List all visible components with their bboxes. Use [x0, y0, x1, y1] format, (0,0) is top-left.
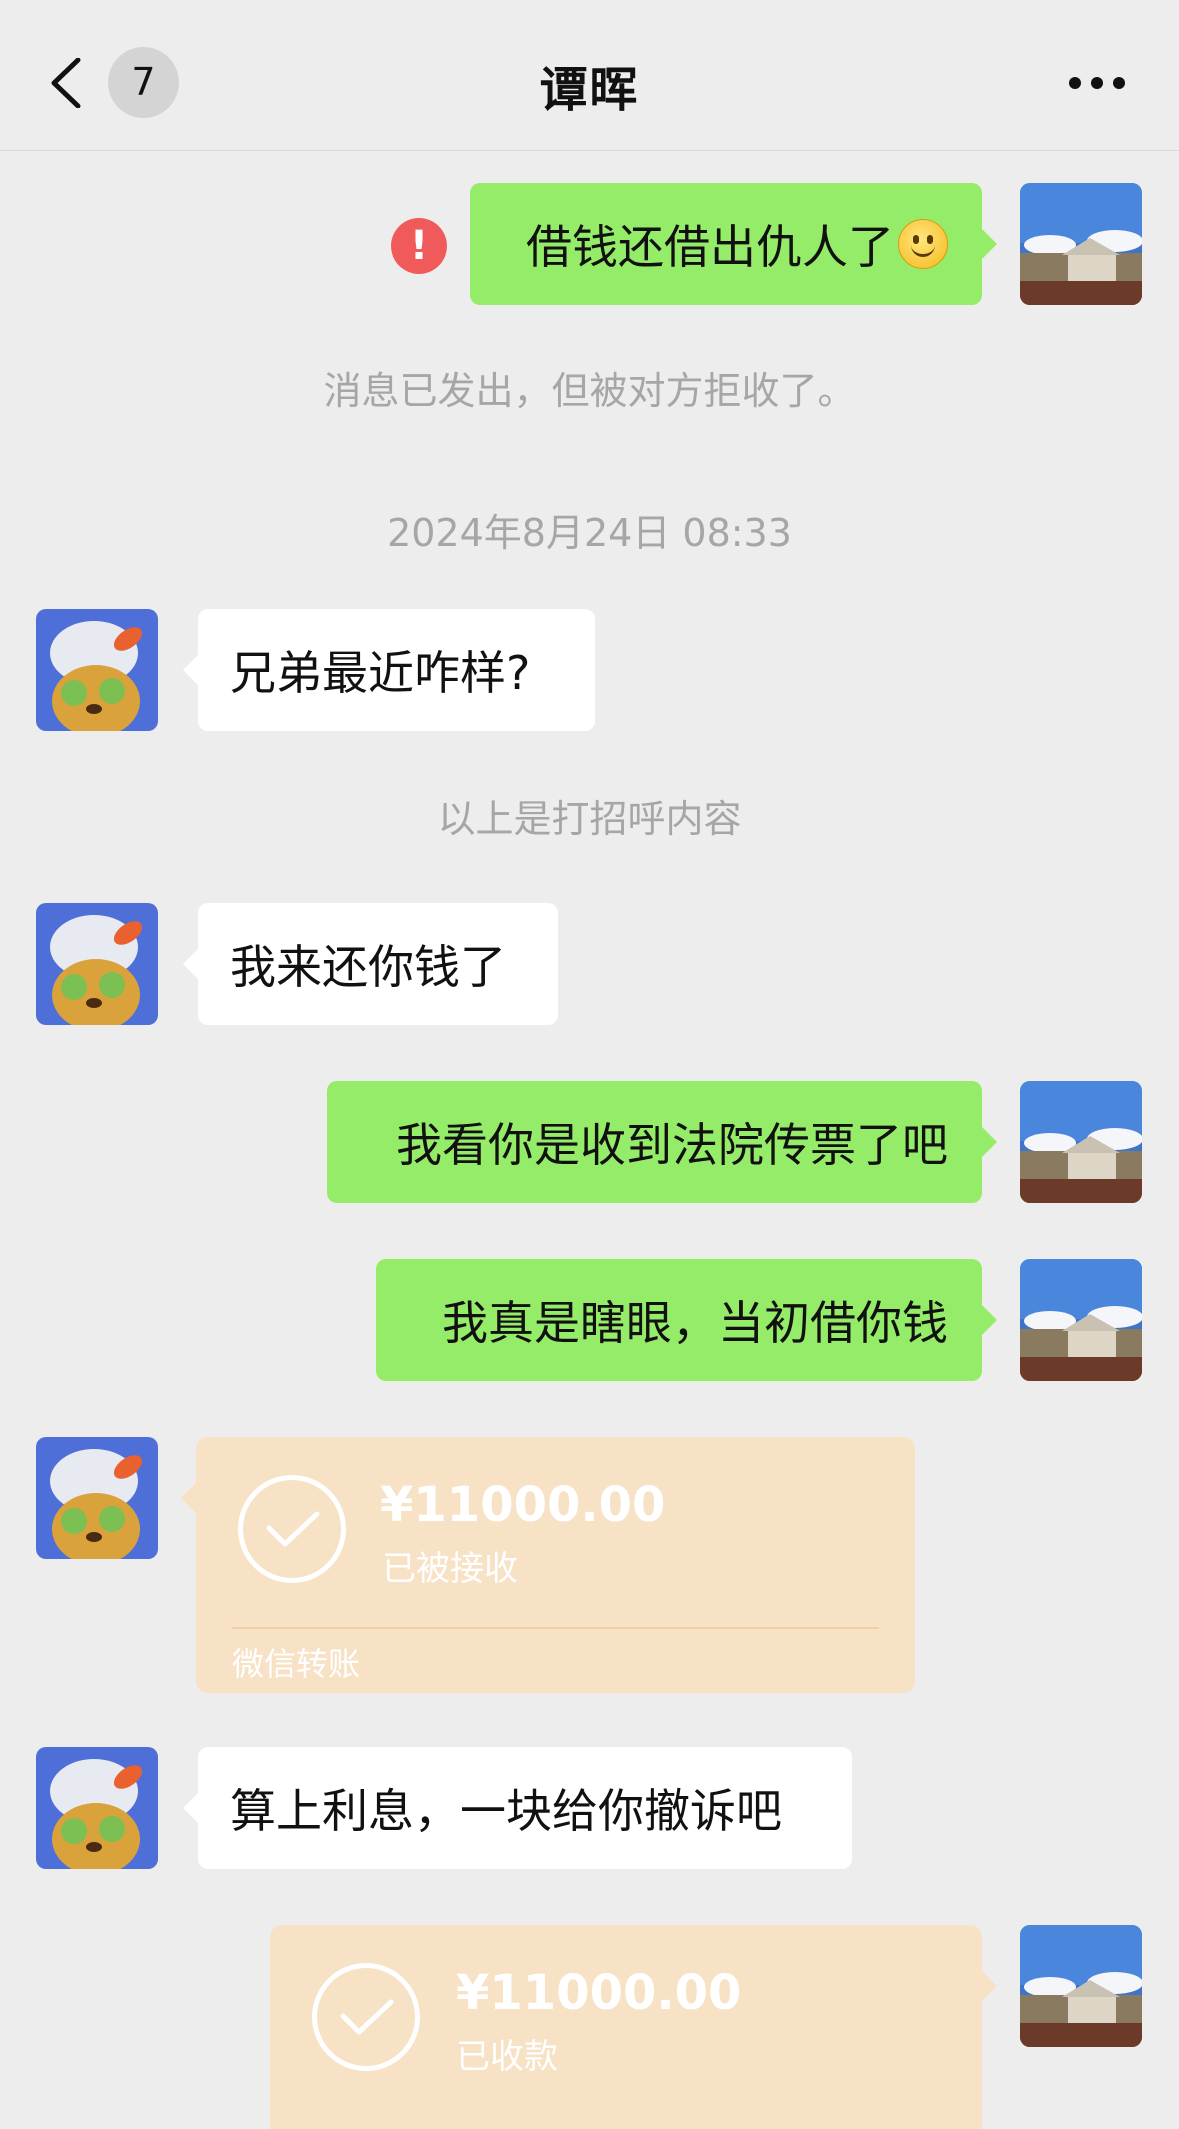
message-text: 我看你是收到法院传票了吧: [396, 1118, 948, 1172]
message-text: 我真是瞎眼，当初借你钱: [442, 1296, 948, 1350]
my-avatar[interactable]: [1020, 1259, 1142, 1381]
more-icon[interactable]: [1067, 68, 1127, 98]
divider: [232, 1627, 879, 1629]
contact-avatar[interactable]: [36, 1747, 158, 1869]
transfer-card[interactable]: ¥11000.00 已收款: [270, 1925, 997, 2129]
outgoing-message[interactable]: 我看你是收到法院传票了吧: [327, 1081, 997, 1203]
contact-avatar[interactable]: [36, 609, 158, 731]
transfer-amount: ¥11000.00: [456, 1965, 742, 2021]
contact-avatar[interactable]: [36, 1437, 158, 1559]
message-text: 我来还你钱了: [230, 940, 506, 994]
my-avatar[interactable]: [1020, 183, 1142, 305]
contact-avatar[interactable]: [36, 903, 158, 1025]
check-circle-icon: [312, 1963, 420, 2071]
incoming-message[interactable]: 算上利息，一块给你撤诉吧: [183, 1747, 852, 1869]
transfer-card[interactable]: ¥11000.00 已被接收 微信转账: [181, 1437, 915, 1693]
outgoing-message[interactable]: 借钱还借出仇人了: [470, 183, 997, 305]
message-text: 兄弟最近咋样?: [230, 646, 531, 700]
transfer-amount: ¥11000.00: [380, 1477, 666, 1533]
message-text: 算上利息，一块给你撤诉吧: [230, 1784, 782, 1838]
chat-title: 谭晖: [539, 62, 640, 118]
error-icon[interactable]: !: [391, 218, 447, 274]
my-avatar[interactable]: [1020, 1925, 1142, 2047]
smile-emoji-icon: [898, 219, 948, 269]
message-text: 借钱还借出仇人了: [526, 220, 894, 274]
check-circle-icon: [238, 1475, 346, 1583]
outgoing-message[interactable]: 我真是瞎眼，当初借你钱: [376, 1259, 997, 1381]
chat-header: 7 谭晖: [0, 0, 1179, 151]
incoming-message[interactable]: 我来还你钱了: [183, 903, 558, 1025]
greeting-notice: 以上是打招呼内容: [437, 797, 742, 841]
my-avatar[interactable]: [1020, 1081, 1142, 1203]
incoming-message[interactable]: 兄弟最近咋样?: [183, 609, 595, 731]
transfer-status: 已被接收: [382, 1549, 518, 1589]
transfer-status: 已收款: [456, 2037, 558, 2077]
rejected-notice: 消息已发出，但被对方拒收了。: [323, 369, 856, 413]
transfer-label: 微信转账: [232, 1645, 361, 1683]
timestamp: 2024年8月24日 08:33: [387, 511, 792, 555]
